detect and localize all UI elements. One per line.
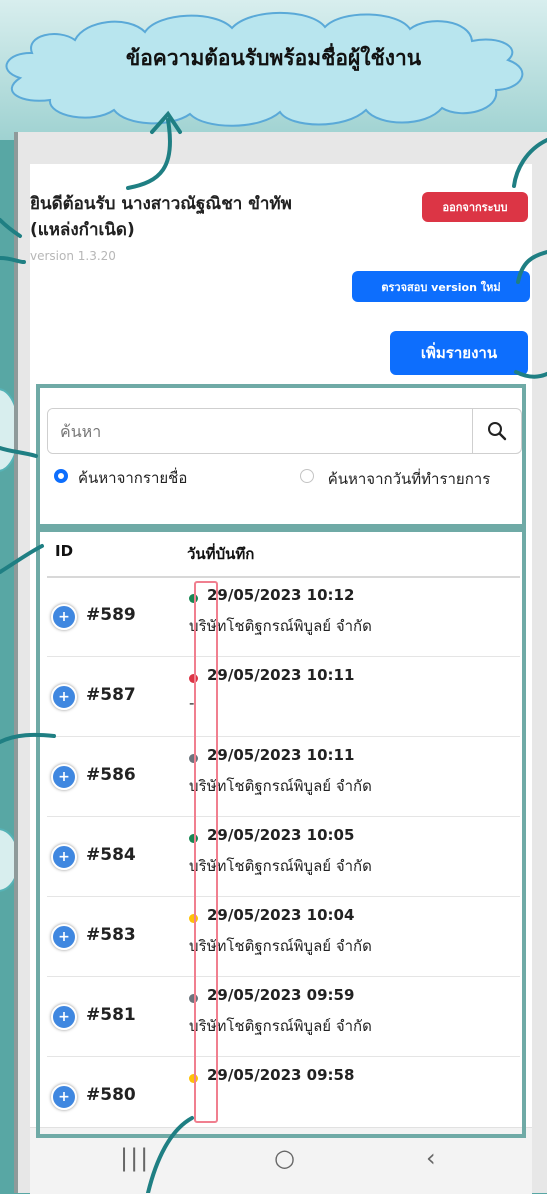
app-version: version 1.3.20 (30, 249, 116, 263)
back-nav-icon[interactable]: ‹ (426, 1144, 436, 1172)
annotation-cloud-label: ข้อความต้อนรับพร้อมชื่อผู้ใช้งาน (125, 46, 422, 70)
home-nav-icon[interactable]: ○ (274, 1144, 295, 1172)
highlight-table-section (36, 528, 526, 1138)
recents-nav-icon[interactable]: ||| (120, 1144, 150, 1172)
logout-button[interactable]: ออกจากระบบ (422, 192, 528, 222)
add-report-button[interactable]: เพิ่มรายงาน (390, 331, 528, 375)
welcome-message: ยินดีต้อนรับ นางสาวณัฐณิชา ขำทัพ (แหล่งก… (30, 194, 292, 240)
check-version-button[interactable]: ตรวจสอบ version ใหม่ (352, 271, 530, 302)
highlight-search-section (36, 384, 526, 528)
highlight-status-dots (194, 581, 218, 1123)
